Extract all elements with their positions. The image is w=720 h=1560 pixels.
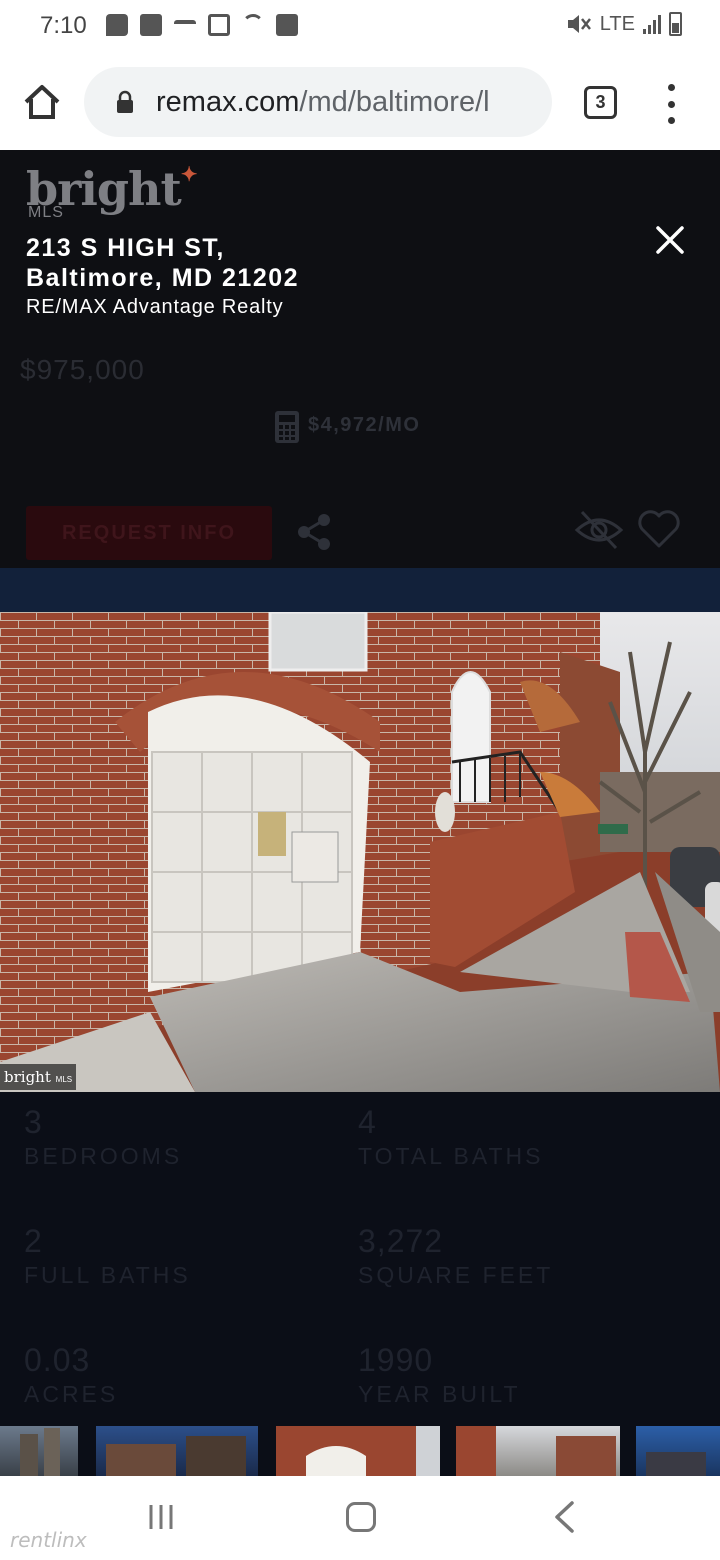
message-icon [106, 14, 128, 36]
web-content: bright ✦ MLS 213 S HIGH ST, Baltimore, MD… [0, 150, 720, 1476]
signal-icon [643, 14, 661, 34]
lock-icon [117, 90, 133, 113]
thumbnail[interactable] [96, 1426, 258, 1476]
thumbnail[interactable] [276, 1426, 440, 1476]
back-icon[interactable] [552, 1500, 576, 1534]
request-info-button[interactable]: REQUEST INFO [26, 506, 272, 560]
fact-value: 1990 [358, 1342, 434, 1378]
property-facts: 3 BEDROOMS 4 TOTAL BATHS 2 FULL BATHS 3,… [0, 1092, 720, 1426]
notification-icons [106, 14, 298, 36]
fact-square-feet: 3,272 SQUARE FEET [358, 1223, 553, 1289]
missed-call-icon [174, 20, 196, 30]
fact-value: 4 [358, 1104, 377, 1140]
share-icon[interactable] [296, 512, 332, 552]
system-nav-bar: rentlinx [0, 1476, 720, 1560]
fact-label: BEDROOMS [24, 1143, 183, 1169]
agency-name: RE/MAX Advantage Realty [26, 296, 284, 318]
fact-total-baths: 4 TOTAL BATHS [358, 1104, 544, 1170]
favorite-heart-icon[interactable] [636, 508, 682, 550]
recent-apps-icon[interactable] [146, 1502, 176, 1532]
square-icon [140, 14, 162, 36]
app-icon [276, 14, 298, 36]
photo-watermark: bright MLS [0, 1064, 76, 1090]
fact-year-built: 1990 YEAR BUILT [358, 1342, 521, 1408]
blue-band [0, 568, 720, 612]
overflow-menu-icon[interactable] [660, 84, 682, 124]
fact-label: ACRES [24, 1381, 119, 1407]
garage-building-image [0, 612, 720, 1092]
rentlinx-watermark: rentlinx [10, 1528, 87, 1552]
browser-toolbar: remax.com/md/baltimore/l 3 [0, 52, 720, 150]
battery-icon [669, 12, 682, 36]
thumbnail-image [106, 1436, 246, 1476]
network-type: LTE [599, 12, 635, 35]
photo-thumbnail-strip [0, 1426, 720, 1476]
thumbnail-image [20, 1428, 60, 1476]
fact-bedrooms: 3 BEDROOMS [24, 1104, 182, 1170]
photo-watermark-brand: bright [4, 1068, 51, 1086]
mute-icon [567, 15, 591, 33]
thumbnail[interactable] [0, 1426, 78, 1476]
fact-acres: 0.03 ACRES [24, 1342, 118, 1408]
status-time: 7:10 [40, 12, 87, 39]
hide-listing-icon[interactable] [574, 508, 624, 552]
wifi-icon [242, 14, 264, 36]
home-nav-icon[interactable] [346, 1502, 376, 1532]
fact-value: 0.03 [24, 1342, 91, 1378]
thumbnail-image [306, 1426, 440, 1476]
fact-value: 2 [24, 1223, 43, 1259]
fact-label: YEAR BUILT [358, 1381, 521, 1407]
listing-photo[interactable]: bright MLS [0, 612, 720, 1092]
image-icon [208, 14, 230, 36]
thumbnail-image [646, 1452, 706, 1476]
thumbnail[interactable] [636, 1426, 720, 1476]
address-bar[interactable]: remax.com/md/baltimore/l [84, 67, 552, 137]
monthly-payment[interactable]: $4,972/MO [308, 414, 420, 437]
fact-value: 3 [24, 1104, 43, 1140]
fact-value: 3,272 [358, 1223, 444, 1259]
address-line-1: 213 S HIGH ST, [26, 234, 225, 262]
fact-label: SQUARE FEET [358, 1262, 554, 1288]
star-icon: ✦ [180, 162, 198, 186]
listing-price: $975,000 [20, 354, 145, 385]
address-line-2: Baltimore, MD 21202 [26, 264, 300, 292]
fact-full-baths: 2 FULL BATHS [24, 1223, 191, 1289]
url-text[interactable]: remax.com/md/baltimore/l [156, 86, 490, 119]
calculator-icon[interactable] [274, 410, 300, 444]
url-path: /md/baltimore/l [299, 86, 490, 118]
close-icon[interactable] [654, 224, 686, 256]
system-icons: LTE [566, 12, 682, 36]
fact-label: FULL BATHS [24, 1262, 191, 1288]
photo-watermark-sub: MLS [55, 1075, 73, 1084]
home-icon[interactable] [22, 82, 62, 122]
thumbnail-image [456, 1426, 616, 1476]
tabs-button[interactable]: 3 [584, 86, 617, 119]
brand-sub: MLS [28, 204, 64, 221]
url-host: remax.com [156, 86, 300, 118]
thumbnail[interactable] [456, 1426, 620, 1476]
fact-label: TOTAL BATHS [358, 1143, 544, 1169]
status-bar: 7:10 LTE [0, 0, 720, 52]
